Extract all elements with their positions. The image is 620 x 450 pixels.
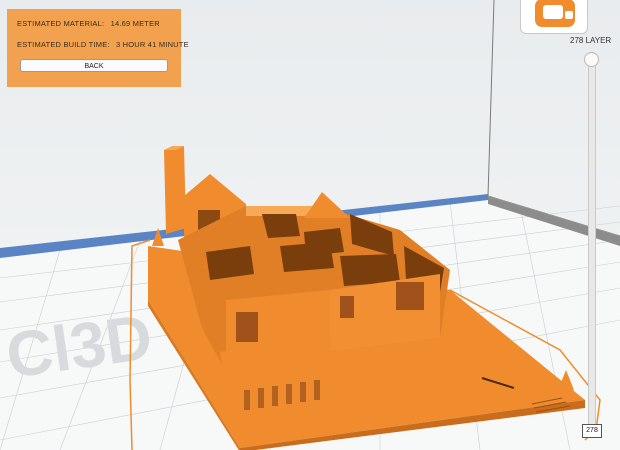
time-label: ESTIMATED BUILD TIME: <box>17 40 110 49</box>
material-estimate: ESTIMATED MATERIAL: 14.69 METER <box>17 19 171 28</box>
layer-value-input[interactable]: 278 <box>582 424 602 438</box>
time-estimate: ESTIMATED BUILD TIME: 3 HOUR 41 MINUTE <box>17 40 189 49</box>
layer-slider-handle[interactable] <box>584 52 599 67</box>
material-value: 14.69 METER <box>110 19 160 28</box>
material-label: ESTIMATED MATERIAL: <box>17 19 105 28</box>
app-logo[interactable] <box>520 0 588 34</box>
time-value: 3 HOUR 41 MINUTE <box>115 40 189 49</box>
app-logo-icon <box>535 0 575 27</box>
layer-count-label: 278 LAYER <box>570 36 612 45</box>
layer-slider-track[interactable] <box>588 55 596 427</box>
back-button[interactable]: BACK <box>20 59 168 72</box>
estimate-panel: ESTIMATED MATERIAL: 14.69 METER ESTIMATE… <box>7 9 189 87</box>
